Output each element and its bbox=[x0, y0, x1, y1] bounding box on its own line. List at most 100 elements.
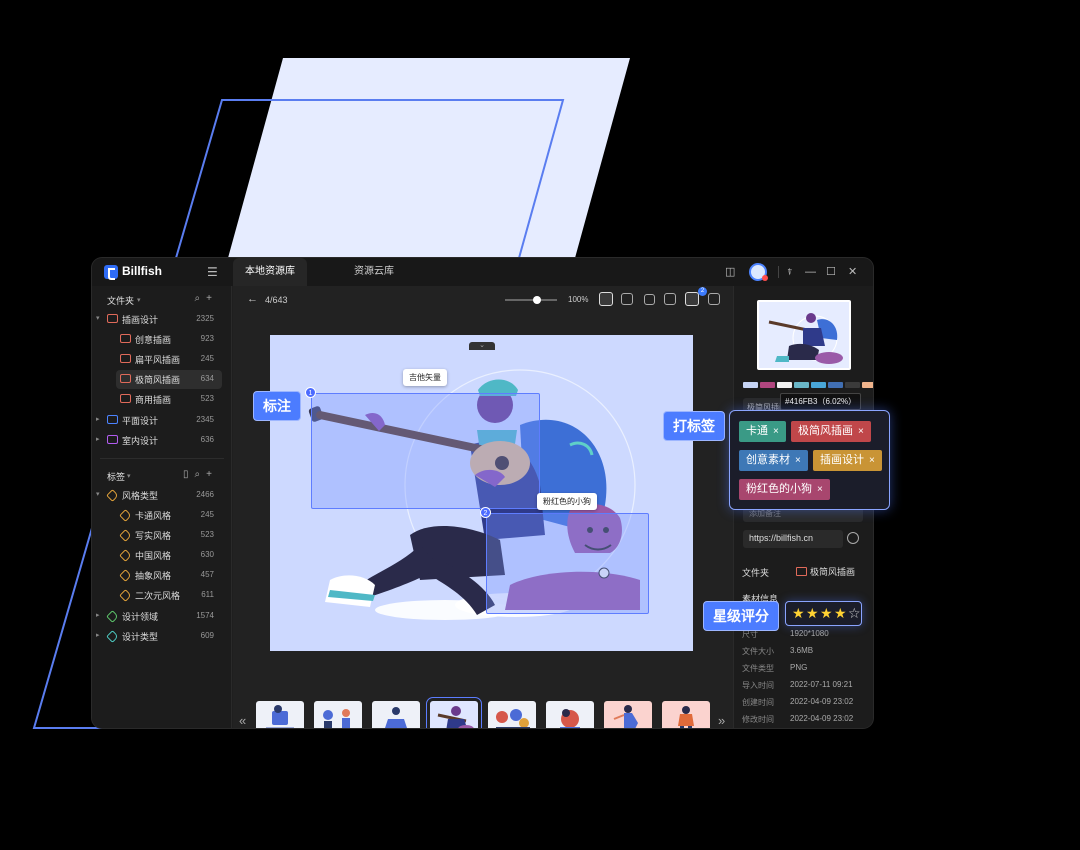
annotate-pen-button[interactable] bbox=[685, 292, 699, 306]
annotation-marker[interactable]: 2 bbox=[480, 507, 491, 518]
thumbnail-selected[interactable] bbox=[426, 697, 482, 728]
back-arrow-icon[interactable]: ← bbox=[247, 293, 258, 305]
image-viewer: ← 4/643 100% 2 1 吉他矢量 2 粉红色的小狗 « » ⌄ bbox=[233, 286, 733, 728]
sidebar-folder-creative[interactable]: 创意插画 923 bbox=[92, 330, 232, 349]
tag-chip[interactable]: 粉红色的小狗 × bbox=[739, 479, 830, 500]
thumbnail-illustration bbox=[496, 709, 530, 728]
sidebar-tag-cartoon[interactable]: 卡通风格 245 bbox=[92, 506, 232, 525]
collapse-strip-handle[interactable]: ⌄ bbox=[469, 342, 495, 350]
chevron-down-icon[interactable]: ▾ bbox=[96, 490, 100, 498]
rotate-button[interactable] bbox=[644, 294, 655, 305]
sidebar-folder-interior[interactable]: ▸ 室内设计 636 bbox=[92, 431, 232, 450]
minimize-icon[interactable]: — bbox=[805, 266, 816, 278]
folder-value[interactable]: 极简风插画 bbox=[796, 565, 855, 578]
tag-chip[interactable]: 创意素材 × bbox=[739, 450, 808, 471]
screenshot-button[interactable] bbox=[708, 293, 720, 305]
sidebar-tag-type[interactable]: ▸ 设计类型 609 bbox=[92, 627, 232, 646]
annotation-region-guitar[interactable] bbox=[311, 393, 540, 509]
chevron-right-icon[interactable]: ▸ bbox=[96, 631, 100, 639]
tag-chip[interactable]: 插画设计 × bbox=[813, 450, 882, 471]
image-canvas[interactable]: 1 吉他矢量 2 粉红色的小狗 bbox=[270, 335, 693, 651]
image-preview[interactable] bbox=[757, 300, 851, 370]
chevron-right-icon[interactable]: ▸ bbox=[96, 435, 100, 443]
actual-size-button[interactable] bbox=[621, 293, 633, 305]
chevron-right-icon[interactable]: ▸ bbox=[96, 611, 100, 619]
pin-icon[interactable]: ⍒ bbox=[787, 266, 792, 278]
toggle-panel-icon[interactable]: ◫ bbox=[725, 266, 735, 278]
sidebar-folder-flat[interactable]: 扁平风插画 245 bbox=[92, 350, 232, 369]
sidebar-item-label: 扁平风插画 bbox=[135, 355, 181, 365]
color-swatch[interactable] bbox=[862, 382, 873, 388]
color-swatch[interactable] bbox=[845, 382, 860, 388]
sidebar-tag-realistic[interactable]: 写实风格 523 bbox=[92, 526, 232, 545]
chevron-down-icon[interactable]: ▾ bbox=[96, 314, 100, 322]
star-icon[interactable]: ★ bbox=[834, 605, 847, 621]
meta-key: 修改时间 bbox=[742, 715, 774, 724]
chevron-down-icon[interactable]: ▾ bbox=[127, 472, 131, 480]
sidebar-tag-chinese[interactable]: 中国风格 630 bbox=[92, 546, 232, 565]
fit-screen-button[interactable] bbox=[599, 292, 613, 306]
remove-tag-icon[interactable]: × bbox=[869, 455, 875, 466]
star-rating[interactable]: ★ ★ ★ ★ ☆ bbox=[785, 601, 862, 626]
tag-chip-label: 极简风插画 bbox=[798, 425, 853, 437]
chevron-right-icon[interactable]: ▸ bbox=[96, 415, 100, 423]
color-swatch[interactable] bbox=[794, 382, 809, 388]
tag-chip-label: 粉红色的小狗 bbox=[746, 483, 812, 495]
sidebar-tag-anime[interactable]: 二次元风格 611 bbox=[92, 586, 232, 605]
annotation-region-dog[interactable] bbox=[486, 513, 649, 614]
color-swatch[interactable] bbox=[811, 382, 826, 388]
tag-bookmark-search-add-icons[interactable]: ▯⌕+ bbox=[183, 469, 218, 480]
thumbnail[interactable] bbox=[256, 701, 304, 728]
tag-chip[interactable]: 卡通 × bbox=[739, 421, 786, 442]
tab-cloud-library[interactable]: 资源云库 bbox=[342, 258, 406, 286]
folders-section-title[interactable]: 文件夹 bbox=[107, 294, 134, 307]
thumbnail[interactable] bbox=[662, 701, 710, 728]
zoom-slider-track[interactable] bbox=[505, 299, 557, 301]
sidebar-tag-style[interactable]: ▾ 风格类型 2466 bbox=[92, 486, 232, 505]
zoom-slider-handle[interactable] bbox=[533, 296, 541, 304]
thumbnail[interactable] bbox=[372, 701, 420, 728]
star-icon[interactable]: ☆ bbox=[848, 605, 861, 621]
color-swatch[interactable] bbox=[760, 382, 775, 388]
hamburger-menu-icon[interactable]: ☰ bbox=[207, 266, 218, 278]
sidebar-item-label: 商用插画 bbox=[135, 395, 172, 405]
folder-icon bbox=[120, 374, 131, 383]
sidebar-tag-abstract[interactable]: 抽象风格 457 bbox=[92, 566, 232, 585]
remove-tag-icon[interactable]: × bbox=[795, 455, 801, 466]
next-arrow-icon[interactable]: » bbox=[718, 713, 725, 728]
open-link-icon[interactable] bbox=[847, 532, 859, 544]
sidebar-folder-illustration[interactable]: ▾ 插画设计 2325 bbox=[92, 310, 232, 329]
star-icon[interactable]: ★ bbox=[792, 605, 805, 621]
tags-section-title[interactable]: 标签 bbox=[107, 470, 125, 483]
annotation-marker[interactable]: 1 bbox=[305, 387, 316, 398]
thumbnail[interactable] bbox=[488, 701, 536, 728]
folder-search-add-icons[interactable]: ⌕+ bbox=[195, 293, 218, 304]
flip-button[interactable] bbox=[664, 293, 676, 305]
tag-chip-label: 创意素材 bbox=[746, 454, 790, 466]
color-swatch[interactable] bbox=[828, 382, 843, 388]
remove-tag-icon[interactable]: × bbox=[773, 426, 779, 437]
url-field[interactable]: https://billfish.cn bbox=[743, 530, 843, 548]
star-icon[interactable]: ★ bbox=[820, 605, 833, 621]
color-swatch[interactable] bbox=[743, 382, 758, 388]
close-window-icon[interactable]: ✕ bbox=[848, 266, 857, 278]
chevron-down-icon[interactable]: ▾ bbox=[137, 296, 141, 304]
meta-row-imported: 导入时间 2022-07-11 09:21 bbox=[742, 680, 867, 694]
tab-local-library[interactable]: 本地资源库 bbox=[233, 258, 307, 286]
sidebar-tag-domain[interactable]: ▸ 设计领域 1574 bbox=[92, 607, 232, 626]
thumbnail[interactable] bbox=[604, 701, 652, 728]
item-count: 923 bbox=[200, 334, 214, 343]
remove-tag-icon[interactable]: × bbox=[817, 484, 823, 495]
maximize-icon[interactable]: ☐ bbox=[826, 266, 836, 278]
sidebar-folder-minimal[interactable]: 极简风插画 634 bbox=[116, 370, 222, 389]
sidebar-folder-graphic[interactable]: ▸ 平面设计 2345 bbox=[92, 411, 232, 430]
thumbnail[interactable] bbox=[546, 701, 594, 728]
thumbnail[interactable] bbox=[314, 701, 362, 728]
star-icon[interactable]: ★ bbox=[806, 605, 819, 621]
color-swatch[interactable] bbox=[777, 382, 792, 388]
previous-arrow-icon[interactable]: « bbox=[239, 713, 246, 728]
sidebar-folder-commercial[interactable]: 商用插画 523 bbox=[92, 390, 232, 409]
user-avatar[interactable] bbox=[749, 263, 768, 281]
tag-chip[interactable]: 极简风插画 × bbox=[791, 421, 871, 442]
remove-tag-icon[interactable]: × bbox=[858, 426, 864, 437]
